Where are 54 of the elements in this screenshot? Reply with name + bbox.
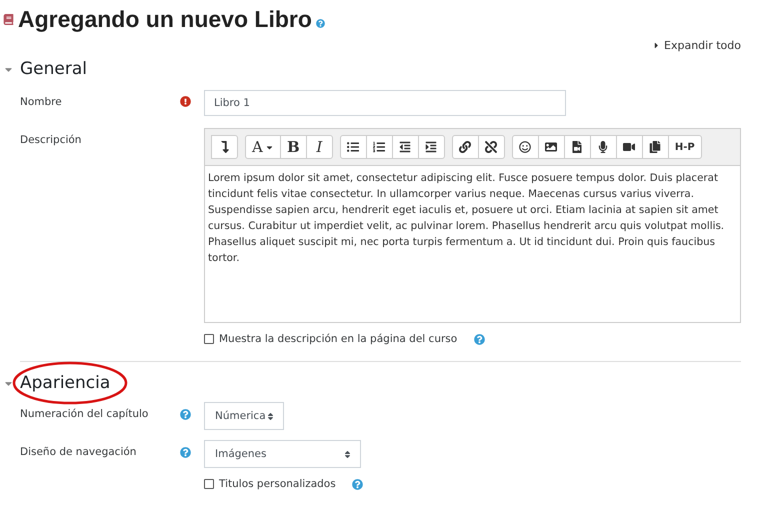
book-icon — [3, 14, 14, 25]
emoji-button[interactable] — [512, 135, 539, 159]
checkbox[interactable] — [204, 479, 214, 489]
image-icon — [545, 141, 558, 153]
video-camera-icon — [623, 141, 636, 153]
page-title: Agregando un nuevo Libro — [18, 6, 312, 33]
bullet-list-icon — [347, 141, 360, 153]
numbered-list-icon — [373, 141, 386, 153]
text-editor[interactable] — [204, 128, 741, 323]
checkbox-label: Muestra la descripción en la página del curso — [219, 333, 458, 345]
sort-icon — [266, 412, 275, 420]
numbered-list-button[interactable] — [366, 135, 393, 159]
h5p-button[interactable]: H-P — [668, 135, 702, 159]
indent-button[interactable] — [418, 135, 445, 159]
smiley-icon — [519, 141, 532, 153]
microphone-icon — [597, 141, 610, 153]
unlink-icon — [485, 141, 498, 153]
section-title[interactable]: General — [20, 59, 87, 79]
help-icon[interactable] — [316, 19, 325, 28]
link-icon — [459, 141, 472, 153]
unlink-button[interactable] — [478, 135, 505, 159]
field-label: Descripción — [20, 133, 82, 146]
bold-button[interactable]: B — [280, 135, 307, 159]
description-text: Lorem ipsum dolor sit amet, consectetur adipiscing elit. Fusce posuere tempus dolor. Duis placerat tincidunt felis vitae consectetur. In ullamcorper varius neque. Maecenas cursus varius viverra. Suspendisse sapien arcu, hendrerit eget iaculis et, posuere ut orci. Etiam lacinia at sapien sit amet cursus. Curabitur ut imperdiet velit, ac pulvinar lorem. Phasellus hendrerit arcu quis volutpat mollis. Phasellus aliquet suscipit mi, nec porta turpis fermentum a. Ut id tincidunt dui. Proin quis faucibus tortor. — [207, 171, 726, 266]
arrow-down-icon — [218, 141, 230, 153]
video-file-icon — [571, 141, 584, 153]
help-icon[interactable] — [180, 447, 191, 458]
help-icon[interactable] — [474, 334, 485, 344]
record-audio-button[interactable] — [590, 135, 617, 159]
select-dropdown[interactable]: Númerica — [204, 402, 284, 430]
checkbox-label: Titulos personalizados — [219, 478, 336, 490]
help-icon[interactable] — [180, 409, 191, 420]
field-label: Nombre — [20, 95, 63, 108]
outdent-icon — [399, 141, 412, 153]
image-button[interactable] — [538, 135, 565, 159]
collapse-toolbar-button[interactable] — [211, 135, 238, 159]
copy-icon — [649, 141, 662, 153]
link-button[interactable] — [452, 135, 479, 159]
font-button[interactable]: A — [245, 135, 281, 159]
sort-icon — [343, 450, 352, 458]
record-video-button[interactable] — [616, 135, 643, 159]
field-label: Diseño de navegación — [20, 445, 138, 458]
help-icon[interactable] — [352, 478, 364, 490]
field-label: Numeración del capítulo — [20, 407, 150, 420]
bullet-list-button[interactable] — [340, 135, 367, 159]
checkbox[interactable] — [204, 334, 214, 344]
name-input[interactable]: Libro 1 — [204, 90, 566, 116]
copy-button[interactable] — [642, 135, 669, 159]
italic-button[interactable]: I — [306, 135, 333, 159]
media-button[interactable] — [564, 135, 591, 159]
expand-all-link[interactable]: Expandir todo — [652, 39, 741, 52]
select-dropdown[interactable]: Imágenes — [204, 440, 361, 468]
outdent-button[interactable] — [392, 135, 419, 159]
indent-icon — [425, 141, 438, 153]
